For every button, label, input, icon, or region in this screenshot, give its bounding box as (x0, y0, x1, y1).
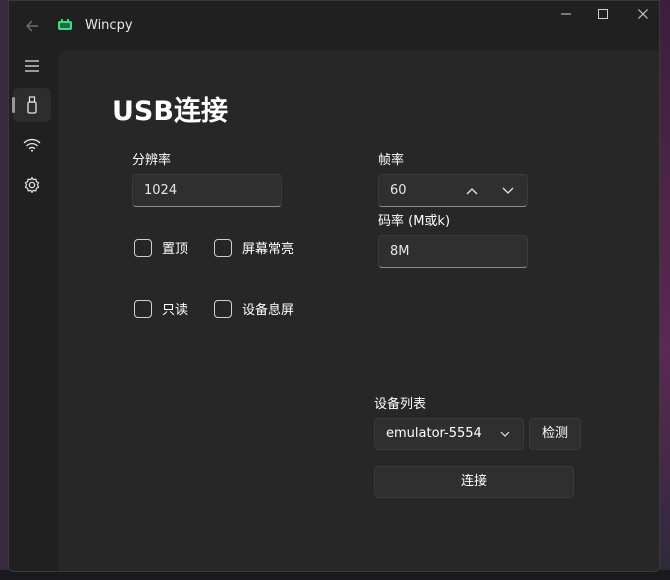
page-title: USB连接 (112, 96, 228, 127)
back-button[interactable] (21, 15, 43, 37)
resolution-input[interactable]: 1024 (132, 174, 282, 207)
gear-icon (24, 176, 40, 194)
wifi-icon (23, 138, 41, 152)
checkbox[interactable] (214, 238, 232, 257)
chevron-down-icon (502, 187, 514, 194)
sidebar-menu-toggle[interactable] (13, 49, 51, 83)
selected-indicator (12, 97, 15, 113)
desktop-background-left (0, 0, 8, 580)
device-list-label: 设备列表 (374, 397, 427, 412)
checkbox[interactable] (134, 299, 152, 318)
resolution-label: 分辨率 (132, 153, 172, 168)
app-logo-icon (58, 19, 72, 30)
usb-icon (27, 96, 37, 114)
title-bar: Wincpy (9, 1, 659, 51)
back-arrow-icon (26, 20, 38, 32)
main-content: USB连接 分辨率 1024 帧率 60 码率 (M或k) 8M 置顶 屏幕常亮… (58, 51, 659, 571)
minimize-button[interactable] (553, 7, 579, 25)
increment-button[interactable] (459, 175, 485, 206)
window-title: Wincpy (85, 18, 133, 33)
bitrate-label: 码率 (M或k) (378, 214, 451, 229)
checkbox-label: 屏幕常亮 (242, 242, 295, 257)
checkbox[interactable] (214, 299, 232, 318)
sidebar-item-wifi[interactable] (13, 128, 51, 162)
sidebar-item-settings[interactable] (13, 168, 51, 202)
sidebar-item-usb[interactable] (13, 88, 51, 122)
option-always-on-top[interactable]: 置顶 (134, 238, 188, 257)
navigation-sidebar (9, 49, 59, 571)
chevron-down-icon (500, 431, 510, 437)
option-read-only[interactable]: 只读 (134, 299, 188, 318)
hamburger-menu-icon (25, 60, 39, 72)
device-select-value: emulator-5554 (386, 426, 482, 441)
option-stay-awake[interactable]: 屏幕常亮 (214, 238, 294, 257)
decrement-button[interactable] (495, 175, 521, 206)
device-select[interactable]: emulator-5554 (374, 418, 524, 450)
close-button[interactable] (630, 7, 656, 25)
desktop-background-right (660, 0, 670, 580)
framerate-stepper[interactable]: 60 (378, 174, 528, 207)
detect-button[interactable]: 检测 (529, 418, 581, 450)
checkbox-label: 只读 (162, 303, 189, 318)
chevron-up-icon (466, 187, 478, 194)
checkbox[interactable] (134, 238, 152, 257)
option-turn-screen-off[interactable]: 设备息屏 (214, 299, 294, 318)
bitrate-input[interactable]: 8M (378, 235, 528, 268)
maximize-icon (598, 9, 608, 19)
app-window: Wincpy USB连接 分辨率 1024 帧率 60 码率 (M或k) 8M … (8, 0, 660, 572)
close-icon (638, 9, 648, 19)
connect-button[interactable]: 连接 (374, 466, 574, 498)
framerate-label: 帧率 (378, 153, 405, 168)
checkbox-label: 置顶 (162, 242, 189, 257)
maximize-button[interactable] (590, 7, 616, 25)
bitrate-value: 8M (390, 244, 410, 259)
framerate-value: 60 (390, 183, 407, 198)
resolution-value: 1024 (144, 183, 178, 198)
checkbox-label: 设备息屏 (242, 303, 295, 318)
minimize-icon (561, 13, 571, 15)
